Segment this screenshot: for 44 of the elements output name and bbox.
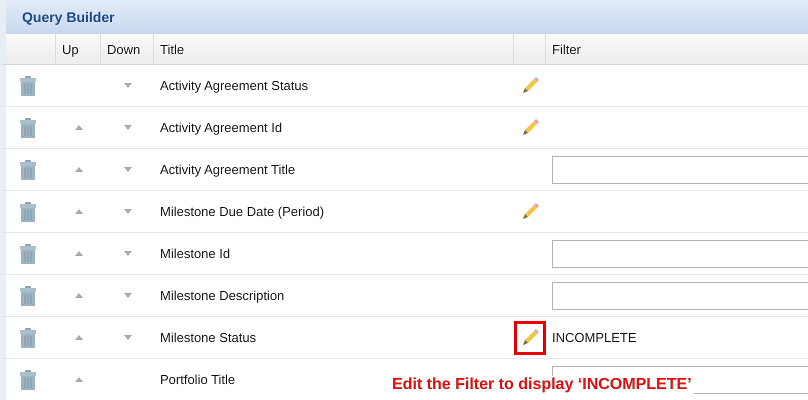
- column-header: Up: [56, 34, 101, 64]
- up-arrow-icon[interactable]: [74, 377, 82, 382]
- table-cell: Milestone Description: [160, 288, 284, 303]
- down-arrow-icon[interactable]: [124, 83, 132, 88]
- column-header: Title: [154, 34, 514, 64]
- table-cell: Milestone Due Date (Period): [160, 204, 324, 219]
- down-arrow-icon[interactable]: [124, 125, 132, 130]
- pencil-icon[interactable]: [520, 118, 540, 138]
- filter-input[interactable]: [552, 240, 808, 268]
- table-cell: Activity Agreement Status: [160, 78, 308, 93]
- annotation-tooltip: Edit the Filter to display ‘INCOMPLETE’: [390, 376, 694, 394]
- column-header: Down: [101, 34, 154, 64]
- trash-icon[interactable]: [20, 286, 36, 306]
- up-arrow-icon[interactable]: [74, 335, 82, 340]
- trash-icon[interactable]: [20, 118, 36, 138]
- trash-icon[interactable]: [20, 202, 36, 222]
- table-cell: Milestone Status: [160, 330, 256, 345]
- trash-icon[interactable]: [20, 370, 36, 390]
- up-arrow-icon[interactable]: [74, 125, 82, 130]
- table-cell: Milestone Id: [160, 246, 230, 261]
- column-header: Filter: [546, 34, 808, 64]
- table-cell: Activity Agreement Title: [160, 162, 296, 177]
- table-cell: Activity Agreement Id: [160, 120, 282, 135]
- up-arrow-icon[interactable]: [74, 167, 82, 172]
- up-arrow-icon[interactable]: [74, 251, 82, 256]
- down-arrow-icon[interactable]: [124, 167, 132, 172]
- pencil-icon[interactable]: [520, 202, 540, 222]
- filter-input[interactable]: [552, 156, 808, 184]
- table-cell: Portfolio Title: [160, 372, 236, 387]
- trash-icon[interactable]: [20, 244, 36, 264]
- down-arrow-icon[interactable]: [124, 335, 132, 340]
- pencil-icon[interactable]: [520, 76, 540, 96]
- up-arrow-icon[interactable]: [74, 293, 82, 298]
- trash-icon[interactable]: [20, 328, 36, 348]
- panel-title: Query Builder: [22, 9, 115, 25]
- down-arrow-icon[interactable]: [124, 209, 132, 214]
- filter-value: INCOMPLETE: [552, 330, 637, 345]
- down-arrow-icon[interactable]: [124, 251, 132, 256]
- down-arrow-icon[interactable]: [124, 293, 132, 298]
- trash-icon[interactable]: [20, 76, 36, 96]
- up-arrow-icon[interactable]: [74, 209, 82, 214]
- pencil-icon[interactable]: [520, 328, 540, 348]
- filter-input[interactable]: [552, 282, 808, 310]
- trash-icon[interactable]: [20, 160, 36, 180]
